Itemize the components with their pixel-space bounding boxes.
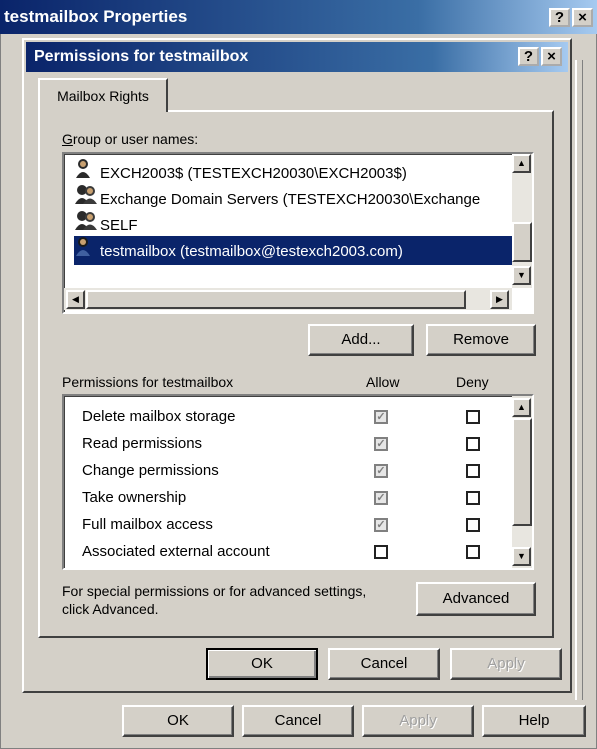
list-item-selected[interactable]: testmailbox (testmailbox@testexch2003.co… bbox=[74, 236, 512, 265]
allow-checkbox[interactable]: ✓ bbox=[374, 464, 388, 478]
user-list-vscroll-thumb[interactable] bbox=[512, 222, 532, 262]
permission-name: Change permissions bbox=[82, 462, 219, 479]
list-item[interactable]: Exchange Domain Servers (TESTEXCH20030\E… bbox=[74, 184, 512, 213]
dialog-cancel-button[interactable]: Cancel bbox=[328, 648, 440, 680]
allow-checkbox[interactable]: ✓ bbox=[374, 518, 388, 532]
dialog-close-button[interactable]: × bbox=[541, 47, 562, 66]
remove-button[interactable]: Remove bbox=[426, 324, 536, 356]
allow-checkbox[interactable]: ✓ bbox=[374, 410, 388, 424]
advanced-hint-line1: For special permissions or for advanced … bbox=[62, 583, 367, 599]
scroll-left-arrow-icon[interactable]: ◀ bbox=[66, 290, 85, 309]
dialog-ok-button[interactable]: OK bbox=[206, 648, 318, 680]
allow-header: Allow bbox=[366, 374, 400, 390]
deny-checkbox[interactable] bbox=[466, 464, 480, 478]
group-icon bbox=[74, 184, 100, 213]
dialog-apply-button[interactable]: Apply bbox=[450, 648, 562, 680]
permission-name: Read permissions bbox=[82, 435, 203, 452]
permissions-vscroll-thumb[interactable] bbox=[512, 418, 532, 526]
group-user-names-label: Group or user names: bbox=[62, 131, 199, 147]
cancel-button[interactable]: Cancel bbox=[242, 705, 354, 737]
deny-checkbox[interactable] bbox=[466, 491, 480, 505]
apply-button[interactable]: Apply bbox=[362, 705, 474, 737]
background-tab-edge bbox=[575, 60, 583, 700]
ok-button[interactable]: OK bbox=[122, 705, 234, 737]
scroll-up-arrow-icon[interactable]: ▲ bbox=[512, 398, 531, 417]
deny-checkbox[interactable] bbox=[466, 410, 480, 424]
permissions-list[interactable]: Delete mailbox storage Read permissions … bbox=[62, 394, 534, 570]
advanced-button[interactable]: Advanced bbox=[416, 582, 536, 616]
dialog-title: Permissions for testmailbox bbox=[34, 48, 249, 65]
scroll-down-arrow-icon[interactable]: ▼ bbox=[512, 547, 531, 566]
scroll-right-arrow-icon[interactable]: ▶ bbox=[490, 290, 509, 309]
scroll-up-arrow-icon[interactable]: ▲ bbox=[512, 154, 531, 173]
permission-name: Associated external account bbox=[82, 543, 270, 560]
properties-title: testmailbox Properties bbox=[4, 7, 188, 26]
deny-checkbox[interactable] bbox=[466, 545, 480, 559]
permission-name: Delete mailbox storage bbox=[82, 408, 236, 425]
user-list[interactable]: EXCH2003$ (TESTEXCH20030\EXCH2003$) Exch… bbox=[62, 152, 534, 314]
permission-name: Take ownership bbox=[82, 489, 187, 506]
list-item[interactable]: SELF bbox=[74, 210, 512, 239]
properties-close-button[interactable]: × bbox=[572, 8, 593, 27]
deny-header: Deny bbox=[456, 374, 489, 390]
permission-name: Full mailbox access bbox=[82, 516, 213, 533]
list-item[interactable]: EXCH2003$ (TESTEXCH20030\EXCH2003$) bbox=[74, 158, 512, 187]
advanced-hint-line2: click Advanced. bbox=[62, 601, 159, 617]
scroll-down-arrow-icon[interactable]: ▼ bbox=[512, 266, 531, 285]
allow-checkbox[interactable] bbox=[374, 545, 388, 559]
user-list-hscroll-thumb[interactable] bbox=[86, 290, 466, 309]
allow-checkbox[interactable]: ✓ bbox=[374, 491, 388, 505]
dialog-help-button[interactable]: ? bbox=[518, 47, 539, 66]
help-button[interactable]: Help bbox=[482, 705, 586, 737]
tab-mailbox-rights[interactable]: Mailbox Rights bbox=[38, 78, 168, 112]
properties-help-button[interactable]: ? bbox=[549, 8, 570, 27]
group-icon bbox=[74, 210, 100, 239]
allow-checkbox[interactable]: ✓ bbox=[374, 437, 388, 451]
deny-checkbox[interactable] bbox=[466, 437, 480, 451]
deny-checkbox[interactable] bbox=[466, 518, 480, 532]
user-icon bbox=[74, 158, 100, 187]
permissions-label: Permissions for testmailbox bbox=[62, 374, 234, 390]
tab-mailbox-rights-label: Mailbox Rights bbox=[57, 88, 149, 104]
add-button[interactable]: Add... bbox=[308, 324, 414, 356]
user-icon bbox=[74, 236, 100, 265]
